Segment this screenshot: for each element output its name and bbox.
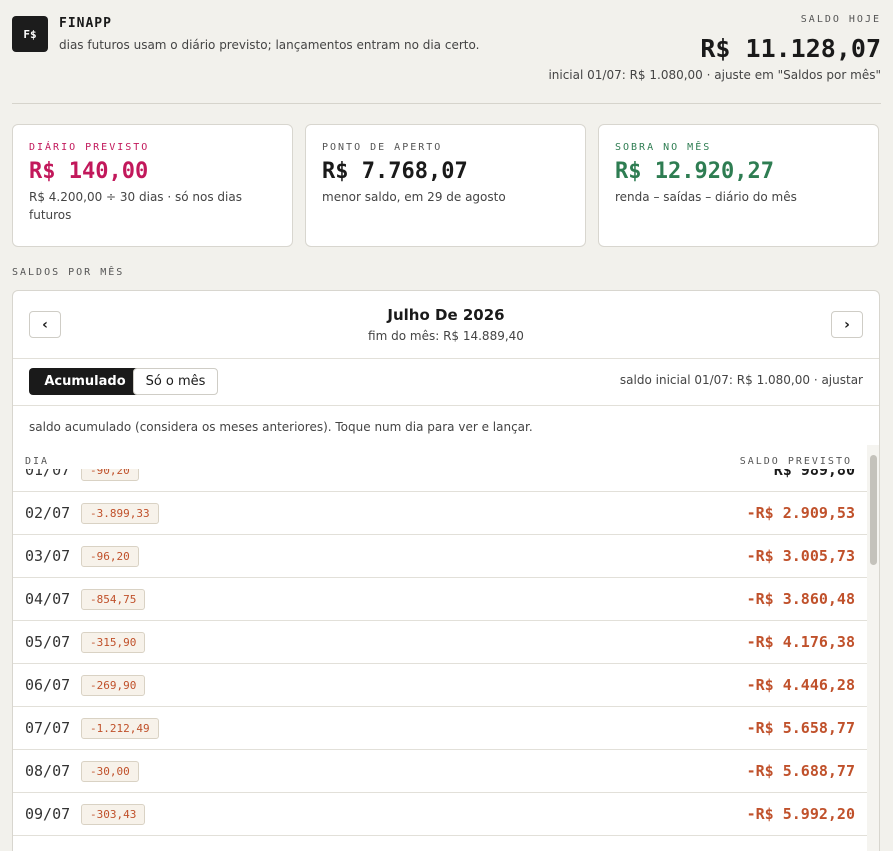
day-row[interactable]: 02/07 -3.899,33 -R$ 2.909,53	[13, 492, 867, 535]
section-title: SALDOS POR MÊS	[12, 267, 125, 278]
day-balance: -R$ 5.658,77	[746, 719, 855, 737]
month-panel: ‹ Julho De 2026 fim do mês: R$ 14.889,40…	[12, 290, 880, 851]
day-row[interactable]: 04/07 -854,75 -R$ 3.860,48	[13, 578, 867, 621]
summary-cards: DIÁRIO PREVISTO R$ 140,00 R$ 4.200,00 ÷ …	[12, 124, 880, 247]
card-label: SOBRA NO MÊS	[615, 142, 712, 153]
day-date: 05/07	[25, 633, 71, 651]
card-label: DIÁRIO PREVISTO	[29, 142, 150, 153]
day-balance: -R$ 2.909,53	[746, 504, 855, 522]
day-balance: -R$ 4.446,28	[746, 676, 855, 694]
scrollbar[interactable]	[867, 445, 879, 851]
app-name: FINAPP	[59, 16, 112, 31]
initial-balance-adjust-link[interactable]: saldo inicial 01/07: R$ 1.080,00 · ajust…	[620, 373, 863, 387]
day-delta-badge: -96,20	[81, 546, 139, 567]
day-date: 04/07	[25, 590, 71, 608]
divider	[13, 358, 879, 359]
day-delta-badge: -303,43	[81, 804, 146, 825]
chevron-right-icon: ›	[844, 316, 850, 333]
day-delta-badge: -90,20	[81, 469, 139, 481]
app-tagline: dias futuros usam o diário previsto; lan…	[59, 38, 480, 52]
day-row[interactable]: 08/07 -30,00 -R$ 5.688,77	[13, 750, 867, 793]
day-balance: -R$ 5.688,77	[746, 762, 855, 780]
day-date: 09/07	[25, 805, 71, 823]
month-title: Julho De 2026	[387, 306, 505, 324]
list-hint: saldo acumulado (considera os meses ante…	[29, 420, 533, 434]
next-month-button[interactable]: ›	[831, 311, 863, 338]
toggle-acumulado[interactable]: Acumulado	[29, 368, 141, 395]
day-row[interactable]: 07/07 -1.212,49 -R$ 5.658,77	[13, 707, 867, 750]
day-balance: R$ 989,80	[773, 469, 855, 479]
day-delta-badge: -1.212,49	[81, 718, 159, 739]
card-desc: menor saldo, em 29 de agosto	[322, 190, 506, 204]
card-value: R$ 7.768,07	[322, 159, 468, 184]
saldo-hoje-value: R$ 11.128,07	[700, 34, 881, 63]
divider	[13, 405, 879, 406]
saldo-hoje-sub: inicial 01/07: R$ 1.080,00 · ajuste em "…	[548, 68, 881, 82]
card-sobra-no-mes: SOBRA NO MÊS R$ 12.920,27 renda – saídas…	[598, 124, 879, 247]
day-balance: -R$ 5.992,20	[746, 805, 855, 823]
card-diario-previsto: DIÁRIO PREVISTO R$ 140,00 R$ 4.200,00 ÷ …	[12, 124, 293, 247]
day-delta-badge: -269,90	[81, 675, 146, 696]
card-desc: renda – saídas – diário do mês	[615, 190, 797, 204]
card-value: R$ 12.920,27	[615, 159, 774, 184]
column-header-balance: SALDO PREVISTO	[739, 456, 852, 467]
day-balance: -R$ 3.860,48	[746, 590, 855, 608]
day-date: 06/07	[25, 676, 71, 694]
day-row[interactable]: 03/07 -96,20 -R$ 3.005,73	[13, 535, 867, 578]
day-list: 01/07 -90,20 R$ 989,80 02/07 -3.899,33 -R$ 2.…	[13, 469, 867, 851]
day-delta-badge: -3.899,33	[81, 503, 159, 524]
day-balance: -R$ 3.005,73	[746, 547, 855, 565]
day-row[interactable]: 05/07 -315,90 -R$ 4.176,38	[13, 621, 867, 664]
app-header: F$ FINAPP dias futuros usam o diário pre…	[12, 12, 881, 104]
saldo-hoje-label: SALDO HOJE	[800, 14, 881, 25]
day-date: 02/07	[25, 504, 71, 522]
toggle-so-o-mes[interactable]: Só o mês	[133, 368, 218, 395]
day-date: 07/07	[25, 719, 71, 737]
month-end-balance: fim do mês: R$ 14.889,40	[368, 329, 524, 343]
day-row[interactable]: 06/07 -269,90 -R$ 4.446,28	[13, 664, 867, 707]
day-row[interactable]: 09/07 -303,43 -R$ 5.992,20	[13, 793, 867, 836]
day-date: 01/07	[25, 469, 71, 479]
day-row[interactable]: 01/07 -90,20 R$ 989,80	[13, 469, 867, 492]
column-header-day: DIA	[25, 456, 50, 467]
day-balance: -R$ 4.176,38	[746, 633, 855, 651]
card-desc: R$ 4.200,00 ÷ 30 dias · só nos dias futu…	[29, 190, 242, 222]
card-label: PONTO DE APERTO	[322, 142, 443, 153]
day-delta-badge: -30,00	[81, 761, 139, 782]
card-ponto-de-aperto: PONTO DE APERTO R$ 7.768,07 menor saldo,…	[305, 124, 586, 247]
day-date: 08/07	[25, 762, 71, 780]
day-delta-badge: -315,90	[81, 632, 146, 653]
scrollbar-thumb[interactable]	[870, 455, 877, 565]
day-date: 03/07	[25, 547, 71, 565]
app-logo: F$	[12, 16, 48, 52]
day-delta-badge: -854,75	[81, 589, 146, 610]
card-value: R$ 140,00	[29, 159, 149, 184]
